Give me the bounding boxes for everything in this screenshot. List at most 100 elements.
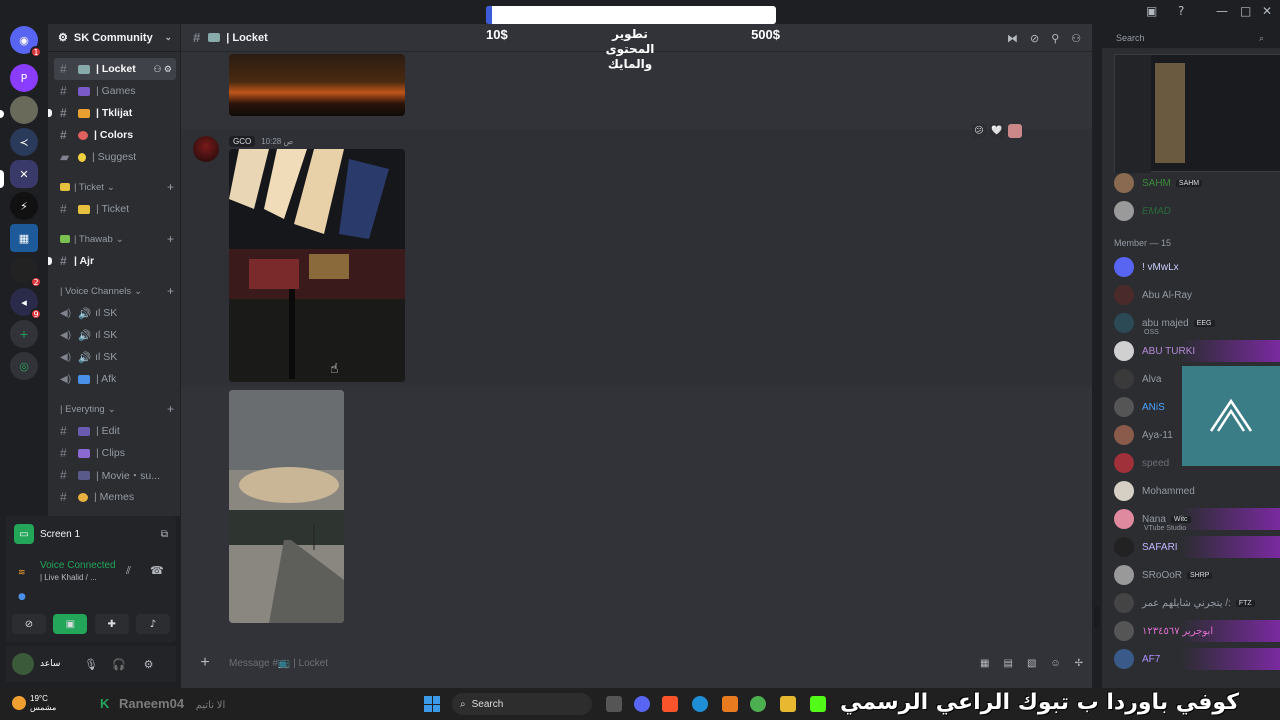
member-item[interactable]: AF7 xyxy=(1114,648,1280,670)
server-header[interactable]: ⚙ SK Community ⌄ xyxy=(48,24,180,52)
channel-memes[interactable]: # | Memes xyxy=(54,486,176,508)
sticker-icon[interactable]: ▧ xyxy=(1027,658,1036,669)
camera-off-button[interactable]: ⊘ xyxy=(12,614,46,634)
server-icon-p[interactable]: P xyxy=(10,64,38,92)
channel-tklijat[interactable]: # | Tklijat xyxy=(48,102,176,124)
member-top-1[interactable]: EMAD xyxy=(1114,200,1280,222)
members-icon[interactable]: ⚇ xyxy=(1071,32,1081,45)
member-item[interactable]: ابوجرير ١٢٣٤٥٦٧ xyxy=(1114,620,1280,642)
username[interactable]: ساعد xyxy=(40,659,70,669)
app-icon[interactable] xyxy=(722,696,738,712)
taskbar-search[interactable]: ⌕ Search xyxy=(452,693,592,715)
image-sunset[interactable] xyxy=(229,54,405,116)
avatar[interactable] xyxy=(12,653,34,675)
member-item[interactable]: Mohammed xyxy=(1114,480,1280,502)
gif-icon[interactable]: ▤ xyxy=(1003,658,1012,669)
server-icon-logo[interactable]: ▦ xyxy=(10,224,38,252)
member-item[interactable]: ABU TURKI xyxy=(1114,340,1280,362)
category-everyting[interactable]: | Everyting ⌄ + xyxy=(48,398,180,420)
chrome-icon[interactable] xyxy=(750,696,766,712)
invite-icon[interactable]: ⚇ ⚙ xyxy=(153,64,176,75)
server-icon-6[interactable]: 2 xyxy=(10,256,42,288)
soundboard-button[interactable]: ♪ xyxy=(135,614,170,634)
pin-icon[interactable]: ⚲ xyxy=(1051,32,1059,45)
add-channel-icon[interactable]: + xyxy=(167,284,174,298)
category-voice[interactable]: | Voice Channels ⌄ + xyxy=(48,280,180,302)
kick-app-icon[interactable] xyxy=(810,696,826,712)
voice-channel-sk-3[interactable]: ◀) 🔊 ıl SK xyxy=(54,346,176,368)
gear-icon[interactable]: ⚙ xyxy=(144,658,154,671)
channel-colors[interactable]: # | Colors xyxy=(54,124,176,146)
minimize-button[interactable]: — xyxy=(1216,4,1228,18)
discord-taskbar-icon[interactable] xyxy=(634,696,650,712)
member-item[interactable]: ! vMwLx xyxy=(1114,256,1280,278)
explore-icon[interactable]: ◎ xyxy=(10,352,38,380)
maximize-button[interactable]: □ xyxy=(1240,4,1251,18)
activity-icon[interactable]: ● xyxy=(18,592,26,602)
server-icon-sk[interactable]: ✕ xyxy=(10,160,38,188)
member-item[interactable]: SAFARI xyxy=(1114,536,1280,558)
voice-channel-name[interactable]: | Live Khalid / ... xyxy=(40,573,97,582)
close-button[interactable]: ✕ xyxy=(1262,4,1272,18)
notification-bell-icon[interactable]: ⊘ xyxy=(1030,32,1039,45)
server-icon-7[interactable]: ◂ 9 xyxy=(10,288,42,320)
activities-button[interactable]: ✚ xyxy=(94,614,129,634)
member-item[interactable]: SRoOoR SHRP xyxy=(1114,564,1280,586)
search-input[interactable]: Search ⌕ xyxy=(1110,29,1270,47)
windows-start-icon[interactable] xyxy=(424,696,440,712)
image-road-sky[interactable] xyxy=(229,390,344,623)
screen-share-button[interactable]: ▣ xyxy=(53,614,88,634)
add-channel-icon[interactable]: + xyxy=(167,180,174,194)
channel-edit[interactable]: # | Edit xyxy=(54,420,176,442)
voice-channel-afk[interactable]: ◀) | Afk xyxy=(54,368,176,390)
screen-share-row[interactable]: ▭ Screen 1 ⧉ xyxy=(14,524,168,544)
inbox-icon[interactable]: ▣ xyxy=(1146,4,1157,18)
member-item[interactable]: Abu Al-Ray xyxy=(1114,284,1280,306)
message-composer[interactable]: + Message #📺 | Locket ▦ ▤ ▧ ☺ ✢ xyxy=(191,648,1091,678)
emoji-reaction[interactable]: 😕 xyxy=(972,124,986,138)
add-channel-icon[interactable]: + xyxy=(167,402,174,416)
mic-icon[interactable]: 🎙 xyxy=(84,658,98,671)
add-channel-icon[interactable]: + xyxy=(167,232,174,246)
add-server-icon[interactable]: + xyxy=(10,320,38,348)
avatar[interactable] xyxy=(193,136,219,162)
category-thawab[interactable]: | Thawab ⌄ + xyxy=(48,228,180,250)
voice-channel-sk-1[interactable]: ◀) 🔊 ıl SK xyxy=(54,302,176,324)
channel-clips[interactable]: # | Clips xyxy=(54,442,176,464)
emoji-icon[interactable]: ☺ xyxy=(1050,658,1060,669)
member-item[interactable]: Nana Witc VTube Studio xyxy=(1114,508,1280,532)
popout-icon[interactable]: ⧉ xyxy=(161,529,168,540)
member-item[interactable]: يتجرني شايلهم عمر /: FTZ xyxy=(1114,592,1280,614)
channel-movie[interactable]: # | Movie・su... xyxy=(54,464,176,486)
weather-widget[interactable]: 19°C مشمس xyxy=(12,694,72,712)
heart-reaction[interactable]: 🤍 xyxy=(990,124,1004,138)
edge-icon[interactable] xyxy=(692,696,708,712)
server-icon-3[interactable]: ≺ xyxy=(10,128,38,156)
chat-scrollbar[interactable] xyxy=(1094,606,1100,628)
voice-channel-sk-2[interactable]: ◀) 🔊 ıl SK xyxy=(54,324,176,346)
member-top-0[interactable]: SAHM SAHM xyxy=(1114,172,1280,194)
server-icon-2[interactable] xyxy=(10,96,38,124)
threads-icon[interactable]: ⧓ xyxy=(1007,32,1018,45)
gift-icon[interactable]: ▦ xyxy=(980,658,989,669)
sticker-reaction[interactable] xyxy=(1008,124,1022,138)
plus-icon[interactable]: + xyxy=(191,654,219,672)
discord-home-icon[interactable]: ◉ 1 xyxy=(10,26,42,58)
channel-suggest[interactable]: ▰ | Suggest xyxy=(54,146,176,168)
guild-tag[interactable]: GCO xyxy=(229,136,256,147)
disconnect-icon[interactable]: ☎ xyxy=(150,564,164,577)
channel-games[interactable]: # | Games xyxy=(54,80,176,102)
folder-icon[interactable] xyxy=(780,696,796,712)
server-icon-1220[interactable]: ⚡ xyxy=(10,192,38,220)
apps-icon[interactable]: ✢ xyxy=(1075,658,1083,669)
voice-status[interactable]: Voice Connected xyxy=(40,560,116,571)
help-icon[interactable]: ? xyxy=(1178,4,1184,18)
stream-preview-thumbnail[interactable] xyxy=(1114,54,1280,173)
category-ticket[interactable]: | Ticket ⌄ + xyxy=(48,176,180,198)
headphones-icon[interactable]: 🎧 xyxy=(112,658,126,671)
channel-locket[interactable]: # | Locket ⚇ ⚙ xyxy=(54,58,176,80)
noise-suppression-icon[interactable]: ⫽ xyxy=(126,564,131,578)
channel-ticket[interactable]: # | Ticket xyxy=(54,198,176,220)
image-theater-lobby[interactable] xyxy=(229,149,405,382)
brave-icon[interactable] xyxy=(662,696,678,712)
